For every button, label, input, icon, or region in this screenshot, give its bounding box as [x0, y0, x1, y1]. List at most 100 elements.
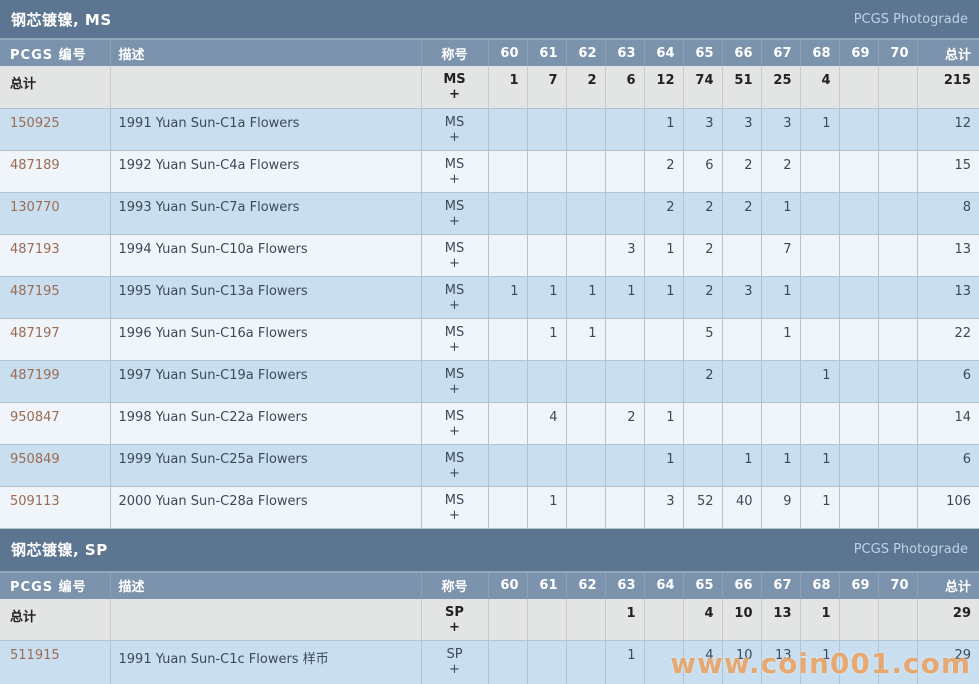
- total-count-cell: 14: [917, 402, 979, 444]
- grade-count-cell-63: 1: [605, 599, 644, 641]
- table-row: 9508471998 Yuan Sun-C22a FlowersMS+42114: [0, 402, 979, 444]
- pcgs-number-link[interactable]: 950847: [10, 410, 60, 425]
- grade-count-cell-70: [878, 276, 917, 318]
- grade-count-cell-62: [566, 402, 605, 444]
- grade-count-cell-67: 1: [761, 318, 800, 360]
- designation-line: +: [430, 256, 480, 271]
- designation-line: +: [430, 382, 480, 397]
- pcgs-number-cell: 487195: [0, 276, 110, 318]
- grade-count-cell-67: 2: [761, 150, 800, 192]
- grade-count-cell-68: [800, 234, 839, 276]
- grade-count-cell-62: 2: [566, 66, 605, 108]
- grade-count-cell-63: [605, 108, 644, 150]
- pcgs-number-cell: 950849: [0, 444, 110, 486]
- column-header-grade-68: 68: [800, 573, 839, 599]
- designation-line: +: [430, 340, 480, 355]
- grade-count-cell-70: [878, 318, 917, 360]
- pcgs-number-link[interactable]: 950849: [10, 452, 60, 467]
- designation-line: MS: [430, 409, 480, 424]
- total-count-cell: 12: [917, 108, 979, 150]
- grade-count-cell-61: [527, 192, 566, 234]
- pcgs-number-link[interactable]: 487195: [10, 284, 60, 299]
- grade-count-cell-62: [566, 360, 605, 402]
- designation-line: +: [430, 172, 480, 187]
- pcgs-number-cell: 511915: [0, 641, 110, 684]
- grade-count-cell-60: 1: [488, 66, 527, 108]
- designation-cell: SP+: [421, 599, 488, 641]
- pcgs-number-cell: 487199: [0, 360, 110, 402]
- grade-count-cell-64: 1: [644, 234, 683, 276]
- description-cell: 1992 Yuan Sun-C4a Flowers: [110, 150, 421, 192]
- grade-count-cell-61: [527, 150, 566, 192]
- column-header-designation: 称号: [421, 40, 488, 66]
- designation-line: +: [430, 662, 480, 677]
- pcgs-number-link[interactable]: 150925: [10, 116, 60, 131]
- grade-count-cell-61: [527, 641, 566, 684]
- header-row: PCGS 编号描述称号6061626364656667686970总计: [0, 40, 979, 66]
- grade-count-cell-70: [878, 192, 917, 234]
- grade-count-cell-67: 1: [761, 276, 800, 318]
- pcgs-number-link[interactable]: 487193: [10, 242, 60, 257]
- pcgs-number-link[interactable]: 509113: [10, 494, 60, 509]
- grade-count-cell-61: 4: [527, 402, 566, 444]
- grade-count-cell-62: 1: [566, 276, 605, 318]
- pcgs-number-link[interactable]: 511915: [10, 648, 60, 663]
- grade-count-cell-70: [878, 402, 917, 444]
- grade-count-cell-65: [683, 444, 722, 486]
- grade-count-cell-61: 7: [527, 66, 566, 108]
- pcgs-number-link[interactable]: 130770: [10, 200, 60, 215]
- designation-cell: MS+: [421, 444, 488, 486]
- grade-count-cell-63: [605, 360, 644, 402]
- grade-count-cell-70: [878, 486, 917, 528]
- photograde-link[interactable]: PCGS Photograde: [854, 12, 968, 27]
- designation-line: MS: [430, 451, 480, 466]
- column-header-pcgs-number: PCGS 编号: [0, 573, 110, 599]
- grade-count-cell-68: 1: [800, 444, 839, 486]
- grade-count-cell-70: [878, 599, 917, 641]
- photograde-link[interactable]: PCGS Photograde: [854, 542, 968, 557]
- grade-count-cell-60: [488, 108, 527, 150]
- table-row: 5091132000 Yuan Sun-C28a FlowersMS+13524…: [0, 486, 979, 528]
- table-row: 4871971996 Yuan Sun-C16a FlowersMS+11512…: [0, 318, 979, 360]
- pcgs-number-link[interactable]: 487197: [10, 326, 60, 341]
- table-row: 4871951995 Yuan Sun-C13a FlowersMS+11111…: [0, 276, 979, 318]
- grade-count-cell-65: 2: [683, 276, 722, 318]
- description-cell: 1997 Yuan Sun-C19a Flowers: [110, 360, 421, 402]
- grade-count-cell-66: 3: [722, 276, 761, 318]
- grade-count-cell-65: 2: [683, 234, 722, 276]
- grade-count-cell-70: [878, 66, 917, 108]
- grade-count-cell-62: [566, 599, 605, 641]
- grade-count-cell-67: 1: [761, 444, 800, 486]
- grade-count-cell-67: 13: [761, 599, 800, 641]
- description-cell: 1991 Yuan Sun-C1a Flowers: [110, 108, 421, 150]
- grade-count-cell-65: 2: [683, 360, 722, 402]
- designation-line: MS: [430, 283, 480, 298]
- table-block: 钢芯镀镍, SPPCGS PhotogradePCGS 编号描述称号606162…: [0, 529, 979, 684]
- grade-count-cell-69: [839, 486, 878, 528]
- grade-count-cell-67: [761, 360, 800, 402]
- grade-count-cell-63: 3: [605, 234, 644, 276]
- designation-cell: MS+: [421, 108, 488, 150]
- description-cell: 1996 Yuan Sun-C16a Flowers: [110, 318, 421, 360]
- total-count-cell: 15: [917, 150, 979, 192]
- grade-count-cell-61: [527, 360, 566, 402]
- designation-line: +: [430, 298, 480, 313]
- grade-count-cell-61: [527, 444, 566, 486]
- grade-count-cell-66: 10: [722, 641, 761, 684]
- grade-count-cell-64: [644, 599, 683, 641]
- pcgs-number-link[interactable]: 487189: [10, 158, 60, 173]
- total-count-cell: 6: [917, 360, 979, 402]
- grade-count-cell-63: [605, 486, 644, 528]
- pcgs-number-cell: 950847: [0, 402, 110, 444]
- description-cell: 1995 Yuan Sun-C13a Flowers: [110, 276, 421, 318]
- column-header-grade-61: 61: [527, 40, 566, 66]
- table-row: 4871931994 Yuan Sun-C10a FlowersMS+31271…: [0, 234, 979, 276]
- pcgs-number-link[interactable]: 487199: [10, 368, 60, 383]
- grade-count-cell-69: [839, 641, 878, 684]
- grade-count-cell-63: [605, 192, 644, 234]
- description-cell: [110, 66, 421, 108]
- pcgs-number-cell: 130770: [0, 192, 110, 234]
- column-header-grade-60: 60: [488, 573, 527, 599]
- designation-line: MS: [430, 72, 480, 87]
- grade-count-cell-69: [839, 108, 878, 150]
